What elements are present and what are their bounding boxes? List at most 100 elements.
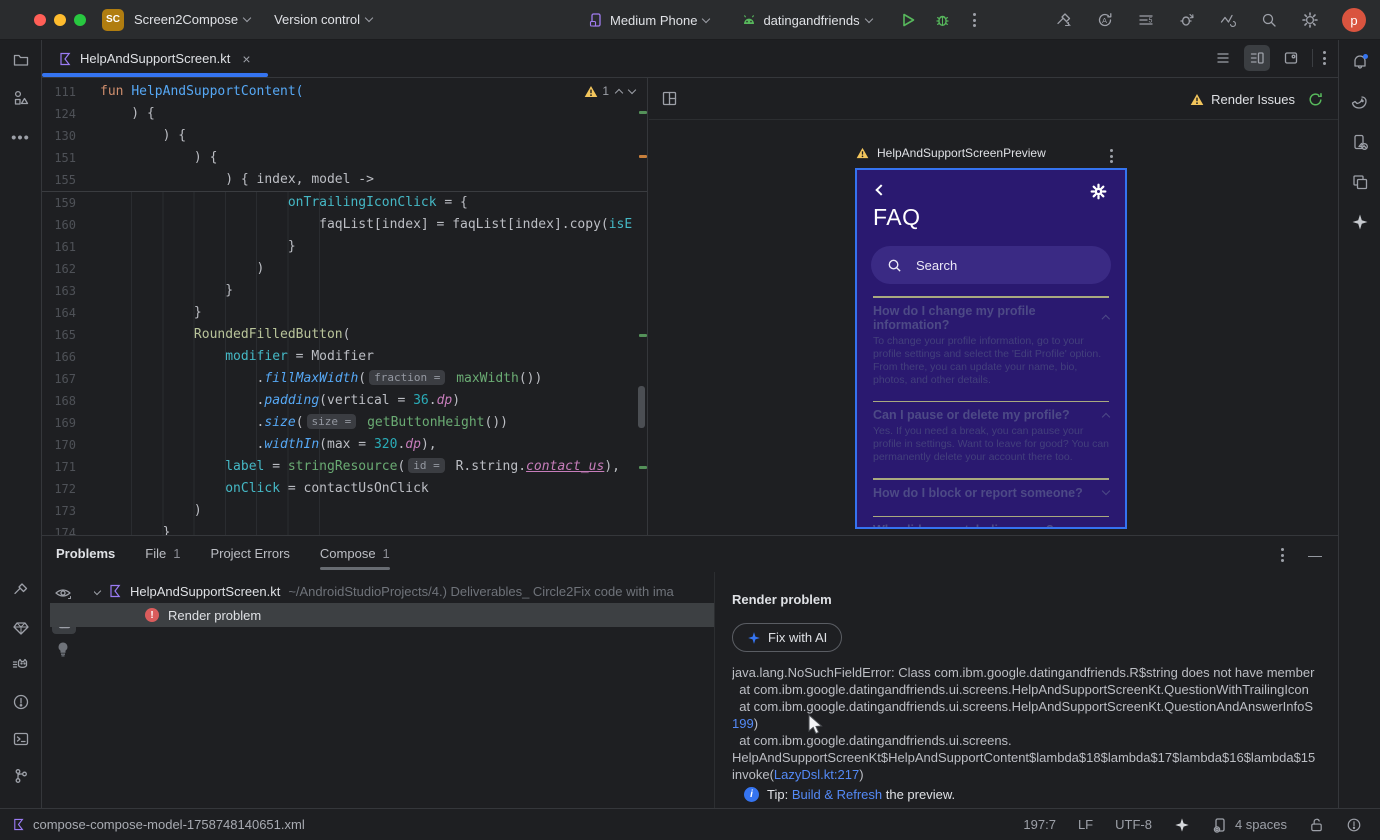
refresh-preview-icon[interactable] [1307, 91, 1324, 108]
statusbar-file[interactable]: compose-compose-model-1758748140651.xml [12, 817, 305, 832]
compose-preview-pane: Render Issues HelpAndSupportScreenPrevie… [649, 78, 1338, 535]
profiler-icon[interactable] [1178, 11, 1196, 29]
faq-item: Can I pause or delete my profile? Yes. If… [873, 400, 1111, 479]
quick-fix-bulb-icon[interactable] [57, 641, 70, 657]
vcs-menu[interactable]: Version control [274, 12, 374, 27]
error-icon: ! [145, 608, 159, 622]
chevron-down-icon [94, 586, 102, 596]
app-inspection-icon[interactable] [1219, 11, 1237, 29]
run-button[interactable] [900, 12, 916, 28]
code-editor[interactable]: 111 fun HelpAndSupportContent(124 ) {130 … [42, 78, 648, 535]
user-avatar[interactable]: p [1342, 8, 1366, 32]
inspection-widget[interactable]: 1 [584, 84, 637, 98]
build-variants-icon[interactable]: 5 [1137, 11, 1155, 29]
panel-options-icon[interactable] [1279, 546, 1286, 564]
preview-options-icon[interactable] [1108, 147, 1115, 165]
close-tab-icon[interactable]: × [242, 51, 250, 67]
indent-config[interactable]: 4 spaces [1212, 817, 1287, 833]
line-number: 151 [54, 151, 76, 165]
stack-link[interactable]: LazyDsl.kt:217 [774, 767, 859, 782]
project-menu[interactable]: Screen2Compose [134, 12, 252, 27]
panel-tab-project-errors[interactable]: Project Errors [210, 546, 289, 570]
file-encoding[interactable]: UTF-8 [1115, 817, 1152, 832]
line-number: 163 [54, 284, 76, 298]
faq-list: How do I change my profile information? T… [873, 296, 1111, 527]
line-number: 167 [54, 372, 76, 386]
gradle-icon[interactable] [1350, 93, 1370, 111]
project-tool-icon[interactable] [12, 51, 30, 69]
divider [873, 296, 1109, 298]
design-view-button[interactable] [1278, 45, 1304, 71]
ai-status-icon[interactable] [1174, 817, 1190, 833]
run-configuration-selector[interactable]: datingandfriends [741, 13, 873, 28]
editor-options-icon[interactable] [1321, 49, 1328, 67]
sync-icon[interactable]: A [1096, 11, 1114, 29]
code-line: 171 label = stringResource(id = R.string… [42, 456, 647, 478]
running-devices-icon[interactable] [1351, 133, 1369, 151]
settings-gear-icon[interactable] [1301, 11, 1319, 29]
warning-icon [856, 147, 869, 159]
split-view-button[interactable] [1244, 45, 1270, 71]
change-marker [639, 334, 647, 337]
git-tool-icon[interactable] [12, 767, 30, 785]
more-tool-windows-icon[interactable]: ••• [11, 130, 30, 147]
notifications-icon[interactable] [1350, 52, 1370, 72]
device-selector[interactable]: Medium Phone [588, 12, 711, 28]
screen-title: FAQ [873, 204, 921, 230]
build-refresh-link[interactable]: Build & Refresh [792, 787, 882, 802]
preview-title-row[interactable]: HelpAndSupportScreenPreview [856, 146, 1113, 163]
right-activity-bar [1338, 40, 1380, 808]
line-number: 172 [54, 482, 76, 496]
line-number: 165 [54, 328, 76, 342]
debug-button[interactable] [934, 12, 951, 28]
build-icon[interactable] [1055, 11, 1073, 29]
panel-tab-file[interactable]: File 1 [145, 546, 180, 570]
build-tool-icon[interactable] [12, 581, 30, 599]
error-highlight-icon[interactable] [1346, 817, 1362, 833]
prev-issue-icon[interactable] [614, 88, 624, 97]
next-issue-icon[interactable] [627, 85, 637, 94]
problems-file-row[interactable]: HelpAndSupportScreen.kt ~/AndroidStudioP… [94, 580, 702, 602]
code-view-button[interactable] [1210, 45, 1236, 71]
render-issues-button[interactable]: Render Issues [1190, 92, 1295, 107]
problem-row-selected[interactable]: ! Render problem [50, 603, 714, 627]
faq-question: How do I block or report someone? [873, 486, 1111, 500]
kotlin-file-icon [14, 818, 24, 831]
problem-detail: Render problem Fix with AI java.lang.NoS… [722, 572, 1338, 808]
panel-splitter[interactable] [714, 572, 715, 808]
device-manager-icon[interactable] [1351, 173, 1369, 191]
preview-layout-icon[interactable] [661, 90, 678, 107]
preview-phone-frame[interactable]: FAQ Search How do I change my profile in… [855, 168, 1127, 529]
fix-with-ai-button[interactable]: Fix with AI [732, 623, 843, 652]
svg-text:5: 5 [1149, 18, 1153, 25]
lock-icon[interactable] [1309, 817, 1324, 833]
problems-body: HelpAndSupportScreen.kt ~/AndroidStudioP… [42, 572, 1338, 808]
titlebar: SC Screen2Compose Version control Medium… [0, 0, 1380, 40]
close-window-button[interactable] [34, 13, 46, 26]
resource-manager-icon[interactable] [12, 89, 30, 107]
hide-panel-icon[interactable]: — [1308, 547, 1322, 563]
panel-tab-problems[interactable]: Problems [56, 546, 115, 570]
editor-view-modes [1210, 45, 1328, 71]
code-line: 130 ) { [42, 125, 647, 147]
editor-scrollbar[interactable] [638, 386, 645, 428]
caret-position[interactable]: 197:7 [1023, 817, 1056, 832]
titlebar-actions: A 5 p [1055, 0, 1366, 40]
preview-toggle-eye-icon[interactable] [54, 585, 72, 601]
problems-tool-icon[interactable] [12, 693, 30, 711]
line-separator[interactable]: LF [1078, 817, 1093, 832]
warning-icon [585, 85, 598, 97]
faq-answer: Yes. If you need a break, you can pause … [873, 425, 1110, 463]
chevron-down-icon [1101, 524, 1111, 527]
editor-tab[interactable]: HelpAndSupportScreen.kt × [42, 40, 268, 77]
minimize-window-button[interactable] [54, 13, 66, 26]
gemini-icon[interactable] [1351, 213, 1369, 231]
maximize-window-button[interactable] [74, 13, 86, 26]
app-quality-insights-icon[interactable] [12, 619, 30, 637]
stack-link[interactable]: 199 [732, 716, 754, 731]
terminal-tool-icon[interactable] [12, 730, 30, 748]
panel-tab-compose[interactable]: Compose 1 [319, 546, 390, 570]
search-icon[interactable] [1260, 11, 1278, 29]
more-run-options-icon[interactable] [971, 11, 978, 29]
logcat-icon[interactable] [11, 656, 30, 674]
